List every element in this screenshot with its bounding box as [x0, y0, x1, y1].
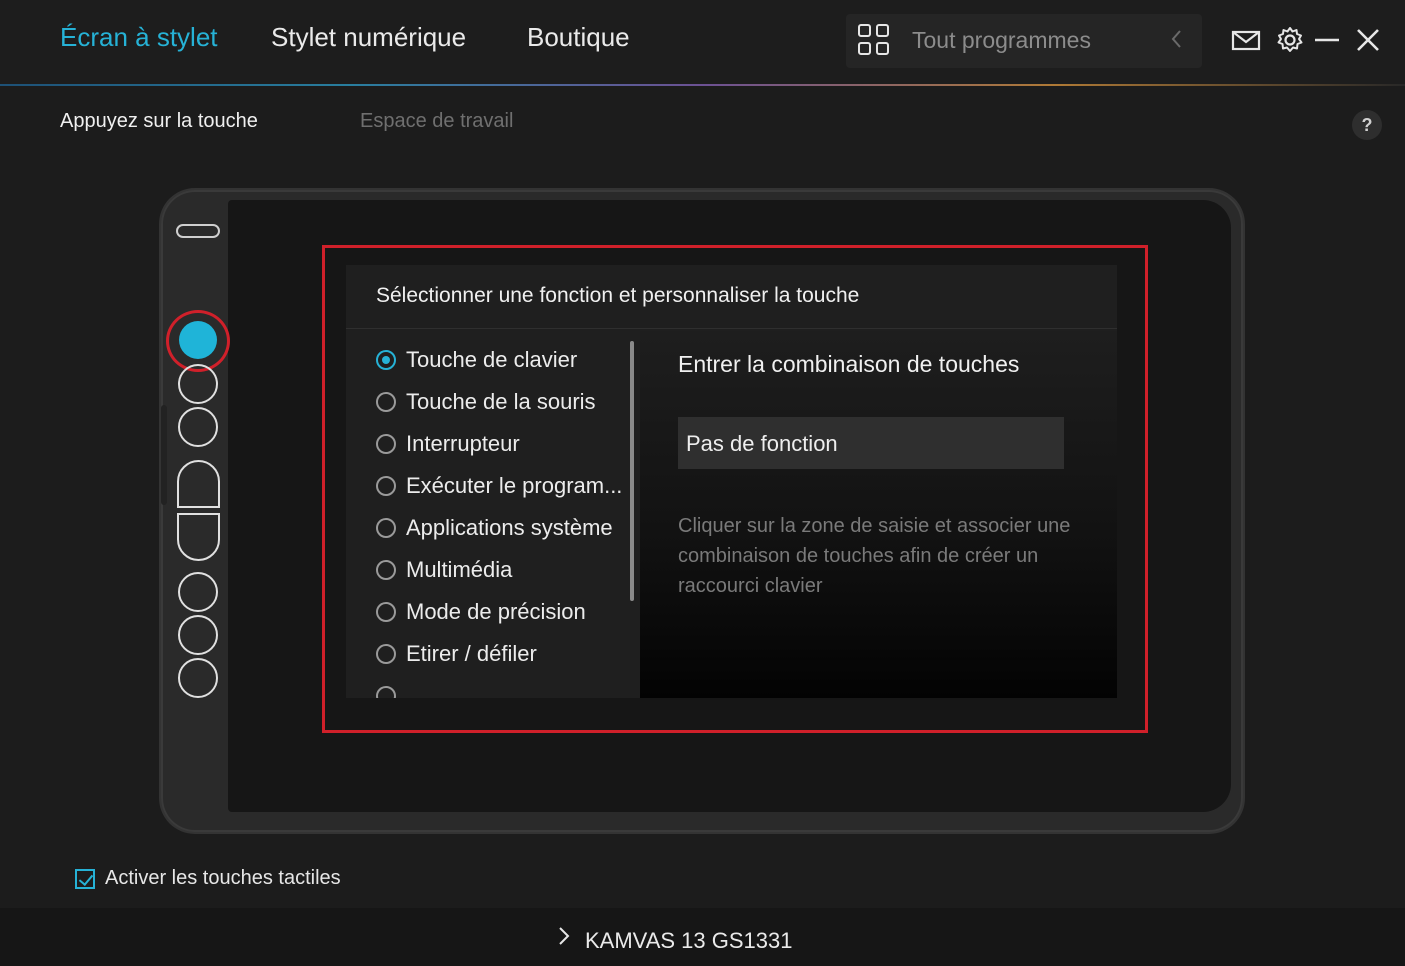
tablet-indicator-light — [176, 224, 220, 238]
program-selector[interactable]: Tout programmes — [846, 14, 1202, 68]
panel-highlight-frame — [322, 245, 1148, 733]
express-key-7[interactable] — [178, 615, 218, 655]
tab-pen-display[interactable]: Écran à stylet — [60, 22, 218, 53]
tab-shop[interactable]: Boutique — [527, 22, 630, 53]
gear-icon[interactable] — [1274, 24, 1306, 56]
program-selector-label: Tout programmes — [912, 27, 1091, 53]
chevron-right-icon[interactable] — [554, 926, 574, 946]
express-key-1[interactable] — [179, 321, 217, 359]
enable-touch-label: Activer les touches tactiles — [105, 867, 341, 889]
enable-touch-checkbox[interactable] — [75, 869, 95, 889]
top-bar-divider — [0, 84, 1405, 86]
tab-digital-pen[interactable]: Stylet numérique — [271, 22, 466, 53]
express-key-2[interactable] — [178, 364, 218, 404]
express-key-6[interactable] — [178, 572, 218, 612]
top-bar: Écran à stylet Stylet numérique Boutique… — [0, 0, 1405, 86]
express-key-5[interactable] — [177, 513, 220, 561]
help-button[interactable]: ? — [1352, 110, 1382, 140]
express-key-3[interactable] — [178, 407, 218, 447]
express-key-4[interactable] — [177, 460, 220, 508]
device-name[interactable]: KAMVAS 13 GS1331 — [585, 928, 793, 954]
device-footer: KAMVAS 13 GS1331 — [0, 908, 1405, 966]
express-key-8[interactable] — [178, 658, 218, 698]
close-icon[interactable] — [1352, 24, 1384, 56]
mail-icon[interactable] — [1230, 24, 1262, 56]
minimize-icon[interactable] — [1311, 24, 1343, 56]
subtab-workspace[interactable]: Espace de travail — [360, 110, 513, 133]
side-button — [161, 405, 167, 505]
grid-icon — [858, 24, 892, 58]
chevron-left-icon[interactable] — [1168, 26, 1184, 59]
subtab-press-key[interactable]: Appuyez sur la touche — [60, 110, 258, 133]
